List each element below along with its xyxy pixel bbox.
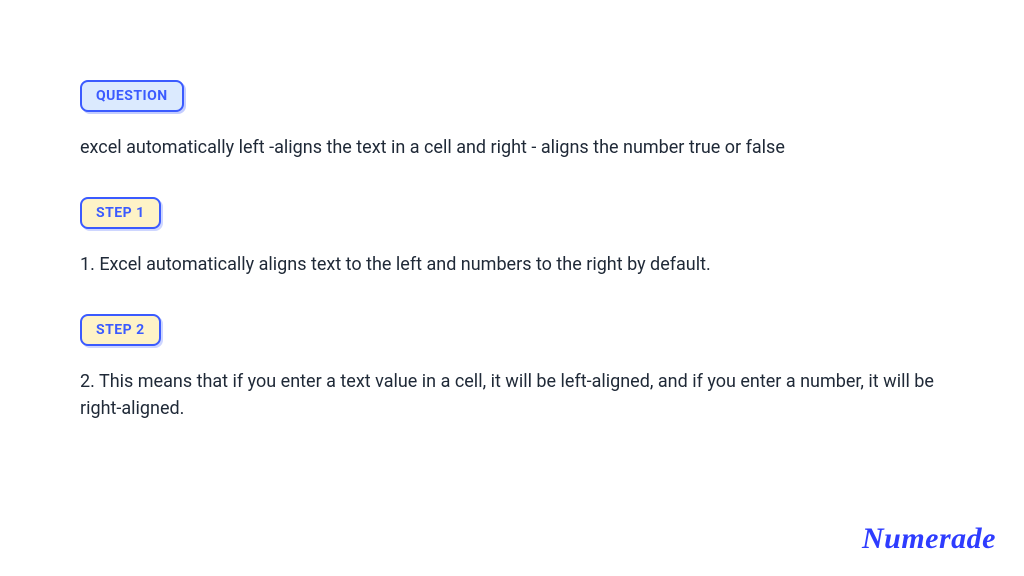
step2-section: STEP 2 2. This means that if you enter a… [80,314,944,422]
step2-badge: STEP 2 [80,314,161,346]
step1-text: 1. Excel automatically aligns text to th… [80,251,940,278]
question-text: excel automatically left -aligns the tex… [80,134,940,161]
step1-badge: STEP 1 [80,197,161,229]
step1-section: STEP 1 1. Excel automatically aligns tex… [80,197,944,278]
question-badge: QUESTION [80,80,184,112]
step2-text: 2. This means that if you enter a text v… [80,368,940,422]
numerade-logo: Numerade [862,522,996,556]
question-section: QUESTION excel automatically left -align… [80,80,944,161]
